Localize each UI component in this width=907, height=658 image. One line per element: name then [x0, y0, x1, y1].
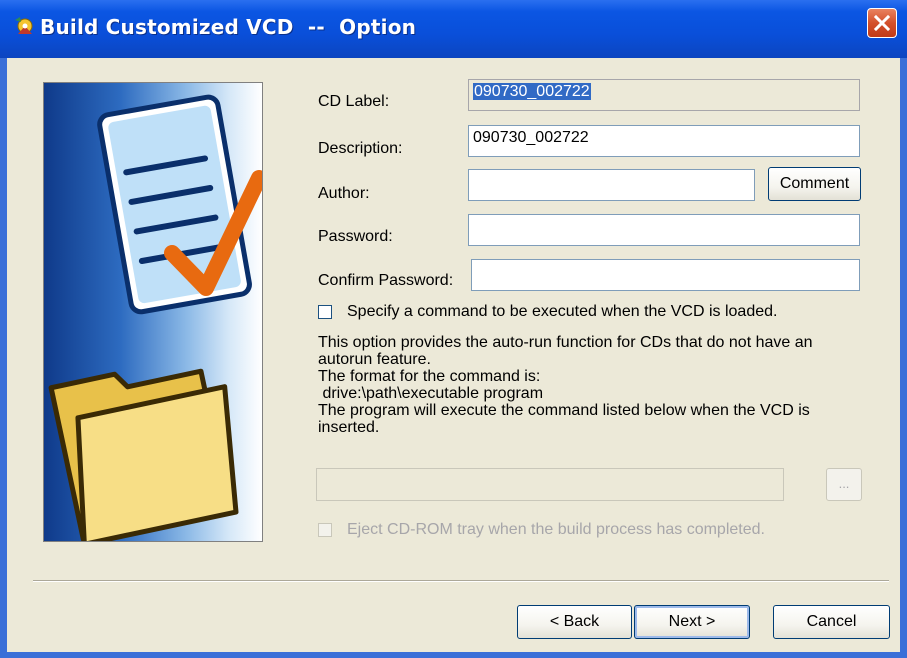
title-bar[interactable]: Build Customized VCD -- Option — [0, 0, 907, 58]
separator — [33, 580, 889, 582]
autorun-description-line: The program will execute the command lis… — [318, 402, 810, 419]
confirm-password-field[interactable] — [471, 259, 860, 291]
autorun-command-field[interactable] — [316, 468, 784, 501]
eject-checkbox-label[interactable]: Eject CD-ROM tray when the build process… — [347, 521, 765, 539]
cd-label-field[interactable]: 090730_002722 — [468, 79, 860, 111]
browse-button[interactable]: ... — [826, 468, 862, 501]
autorun-description: This option provides the auto-run functi… — [318, 334, 813, 436]
close-button[interactable] — [867, 8, 897, 38]
wizard-banner — [43, 82, 263, 542]
autorun-checkbox[interactable] — [318, 305, 332, 319]
author-field[interactable] — [468, 169, 755, 201]
dialog-window: Build Customized VCD -- Option CD Label:… — [0, 0, 907, 658]
confirm-password-label: Confirm Password: — [318, 272, 454, 289]
comment-button[interactable]: Comment — [768, 167, 861, 201]
document-folder-illustration — [48, 94, 262, 541]
cd-label-value: 090730_002722 — [473, 83, 591, 100]
dialog-client-area: CD Label: 090730_002722 Description: 090… — [7, 58, 900, 652]
cancel-button[interactable]: Cancel — [773, 605, 890, 639]
author-label: Author: — [318, 185, 370, 202]
back-button[interactable]: < Back — [517, 605, 632, 639]
cd-label-label: CD Label: — [318, 93, 390, 110]
password-label: Password: — [318, 228, 393, 245]
autorun-description-line: drive:\path\executable program — [318, 385, 544, 402]
close-icon — [873, 14, 891, 32]
autorun-description-line: autorun feature. — [318, 351, 431, 368]
next-button[interactable]: Next > — [634, 605, 750, 639]
autorun-description-line: This option provides the auto-run functi… — [318, 334, 813, 351]
description-field[interactable]: 090730_002722 — [468, 125, 860, 157]
autorun-description-line: inserted. — [318, 419, 380, 436]
autorun-description-line: The format for the command is: — [318, 368, 541, 385]
app-icon — [15, 17, 33, 34]
eject-checkbox[interactable] — [318, 523, 332, 537]
description-label: Description: — [318, 140, 403, 157]
autorun-checkbox-label[interactable]: Specify a command to be executed when th… — [347, 303, 777, 321]
password-field[interactable] — [468, 214, 860, 246]
window-title: Build Customized VCD -- Option — [40, 15, 417, 39]
